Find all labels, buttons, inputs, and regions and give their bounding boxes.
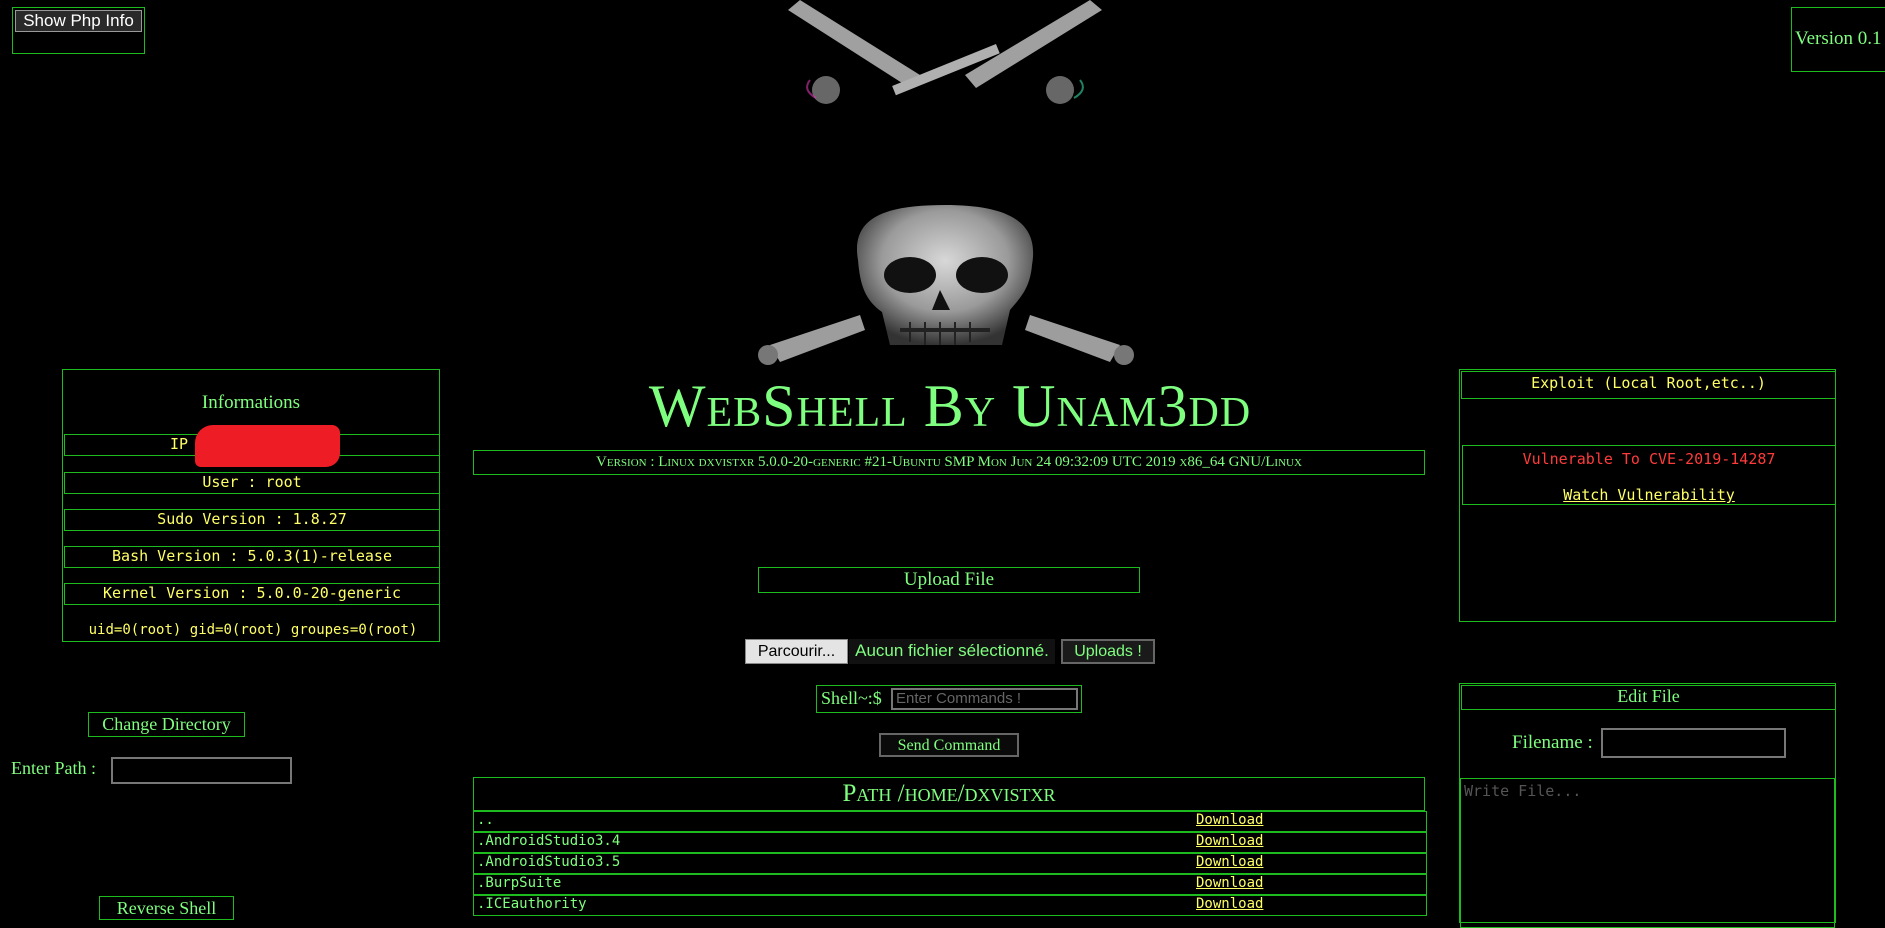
sudo-version-row: Sudo Version : 1.8.27 [64, 509, 440, 531]
download-link[interactable]: Download [1196, 875, 1263, 892]
upload-file-title: Upload File [758, 567, 1140, 593]
skull-crossbones-icon [758, 0, 1134, 365]
file-name[interactable]: .AndroidStudio3.4 [477, 833, 620, 850]
show-php-info-button[interactable]: Show Php Info [15, 10, 142, 32]
ip-label: IP [170, 435, 189, 453]
file-row: .BurpSuite Download [473, 874, 1427, 895]
filename-label: Filename : [1512, 732, 1593, 753]
bash-version-row: Bash Version : 5.0.3(1)-release [64, 546, 440, 568]
file-row: .. Download [473, 811, 1427, 832]
path-input[interactable] [111, 757, 292, 784]
no-file-selected-text: Aucun fichier sélectionné. [849, 639, 1055, 664]
download-link[interactable]: Download [1196, 812, 1263, 829]
user-ids-row: uid=0(root) gid=0(root) groupes=0(root) [88, 622, 418, 638]
file-row: .AndroidStudio3.4 Download [473, 832, 1427, 853]
send-command-button[interactable]: Send Command [879, 733, 1019, 757]
current-path-header: Path /home/dxvistxr [473, 777, 1425, 811]
change-directory-button[interactable]: Change Directory [88, 712, 245, 737]
file-name[interactable]: .AndroidStudio3.5 [477, 854, 620, 871]
shell-prompt-label: Shell~:$ [821, 688, 882, 708]
file-name[interactable]: .. [477, 812, 494, 829]
exploit-title: Exploit (Local Root,etc..) [1461, 371, 1836, 399]
page-title: WebShell By Unam3dd [648, 373, 1252, 439]
watch-vulnerability-label[interactable]: Watch Vulnerability [1563, 486, 1735, 504]
filename-input[interactable] [1601, 728, 1786, 758]
download-link[interactable]: Download [1196, 896, 1263, 913]
write-file-textarea[interactable]: Write File... [1460, 778, 1835, 928]
exploit-panel: Exploit (Local Root,etc..) Vulnerable To… [1459, 369, 1836, 622]
user-row: User : root [64, 472, 440, 494]
enter-path-label: Enter Path : [11, 758, 96, 778]
file-row: .ICEauthority Download [473, 895, 1427, 916]
watch-vulnerability-link[interactable]: Watch Vulnerability [1463, 486, 1835, 504]
file-row: .AndroidStudio3.5 Download [473, 853, 1427, 874]
informations-panel: Informations IP User : root Sudo Version… [62, 369, 440, 642]
version-badge: Version 0.1 [1791, 7, 1885, 72]
shell-command-box: Shell~:$ Enter Commands ! [816, 685, 1082, 713]
informations-title: Informations [201, 392, 301, 413]
upload-submit-button[interactable]: Uploads ! [1061, 639, 1155, 664]
file-name[interactable]: .BurpSuite [477, 875, 561, 892]
download-link[interactable]: Download [1196, 854, 1263, 871]
vulnerability-status: Vulnerable To CVE-2019-14287 [1522, 450, 1776, 468]
vulnerability-box: Vulnerable To CVE-2019-14287 Watch Vulne… [1462, 445, 1836, 505]
command-input[interactable]: Enter Commands ! [891, 688, 1078, 710]
system-version-bar: Version : Linux dxvistxr 5.0.0-20-generi… [473, 450, 1425, 475]
edit-file-panel: Edit File Filename : Write File... [1459, 683, 1836, 928]
edit-file-title: Edit File [1461, 685, 1836, 710]
download-link[interactable]: Download [1196, 833, 1263, 850]
ip-redaction-mark [195, 425, 340, 467]
file-name[interactable]: .ICEauthority [477, 896, 587, 913]
kernel-version-row: Kernel Version : 5.0.0-20-generic [64, 583, 440, 605]
browse-file-button[interactable]: Parcourir... [745, 639, 848, 664]
reverse-shell-button[interactable]: Reverse Shell [99, 896, 234, 920]
php-info-wrapper: Show Php Info [12, 7, 145, 54]
